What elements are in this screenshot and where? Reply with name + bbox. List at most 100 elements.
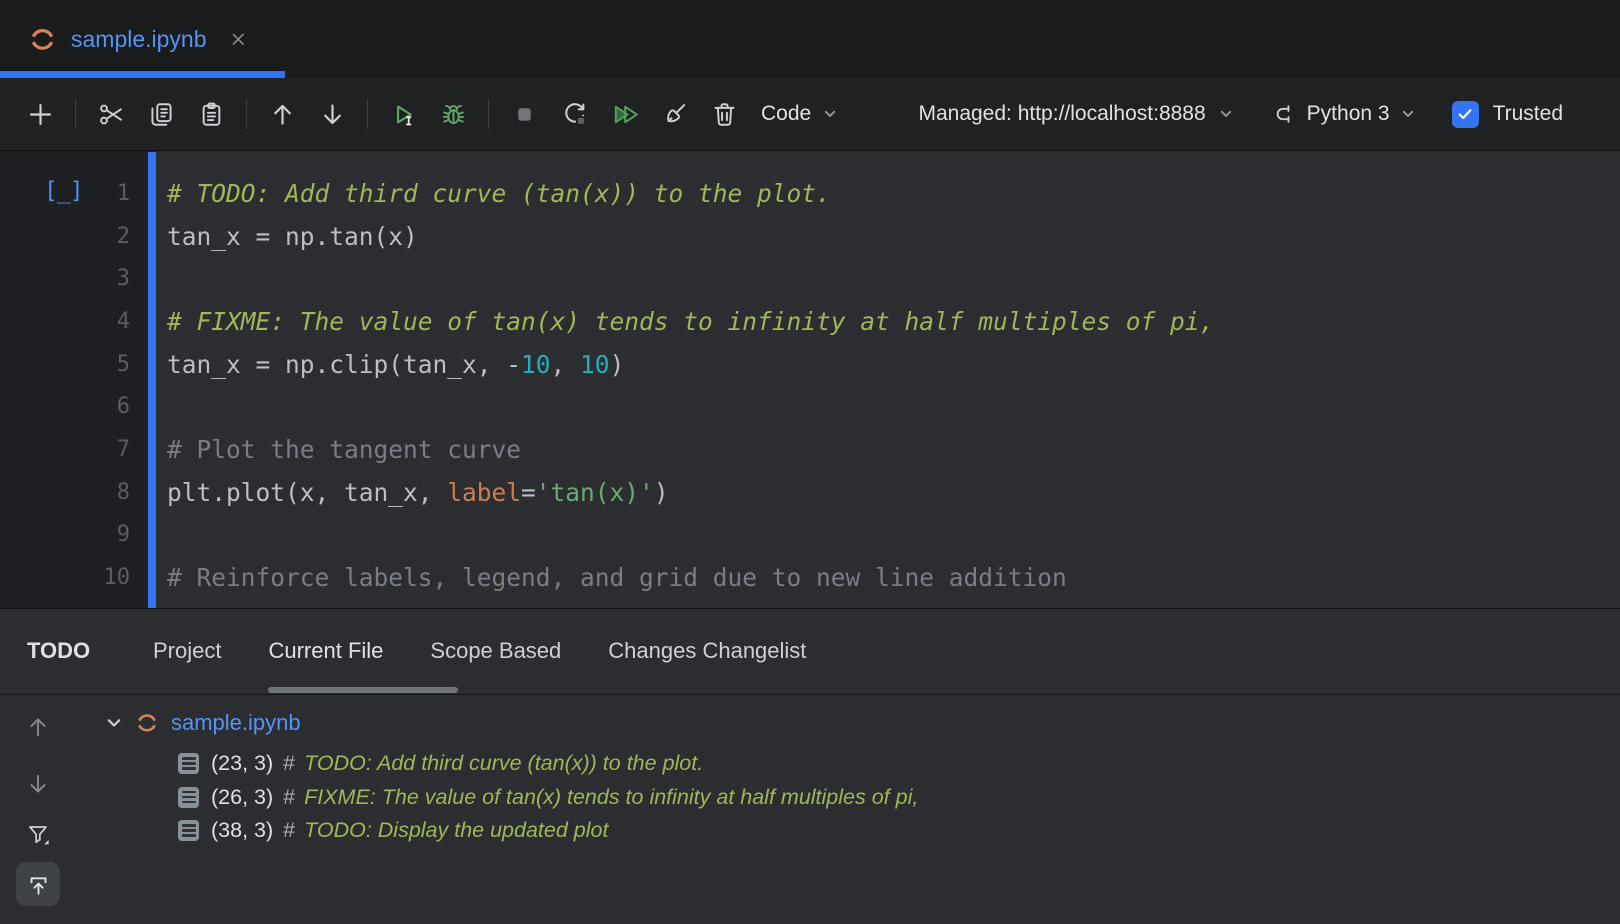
code-segment: # Plot the tangent curve [167,435,521,464]
code-segment: = [521,478,536,507]
close-tab-icon[interactable] [227,28,249,50]
todo-tab-changes-changelist[interactable]: Changes Changelist [608,638,806,664]
code-line[interactable]: 6 [0,385,1620,428]
code-segment: , [551,350,581,379]
todo-entry-icon [178,753,199,774]
todo-comment-text: TODO: Add third curve (tan(x)) to the pl… [304,751,703,776]
code-line[interactable]: 9 [0,513,1620,556]
add-cell-button[interactable] [15,90,65,138]
chevron-down-icon [821,105,839,123]
todo-position: (23, 3) [211,751,273,776]
chevron-down-icon [1217,105,1235,123]
code-segment: plt.plot(x, tan_x, [167,478,447,507]
cut-cell-icon [97,100,126,129]
notebook-editor[interactable]: [_] 1# TODO: Add third curve (tan(x)) to… [0,151,1620,608]
active-tab-indicator [0,71,285,78]
code-segment: # TODO: Add third curve (tan(x)) to the … [167,179,831,208]
clear-outputs-button[interactable] [649,90,699,138]
line-number: 10 [0,556,130,599]
clear-outputs-icon [660,100,689,129]
selected-panel-tab-indicator [268,687,458,693]
code-segment: ) [654,478,669,507]
kernel-dropdown[interactable]: Python 3 [1272,101,1417,127]
todo-item-row[interactable]: (26, 3)#FIXME: The value of tan(x) tends… [178,782,918,813]
code-line[interactable]: 4 # FIXME: The value of tan(x) tends to i… [0,300,1620,343]
next-todo-button[interactable] [25,771,51,797]
todo-item-row[interactable]: (23, 3)#TODO: Add third curve (tan(x)) t… [178,748,703,779]
restart-kernel-button[interactable] [549,90,599,138]
server-label: Managed: http://localhost:8888 [918,102,1205,126]
toolbar-divider [367,99,368,129]
trusted-checkbox[interactable] [1452,101,1479,128]
run-all-cells-icon [610,100,639,129]
file-tab-title: sample.ipynb [71,26,207,53]
delete-cell-button[interactable] [699,90,749,138]
kernel-icon [1272,101,1298,127]
preview-source-toggle-button[interactable] [16,862,60,906]
code-text: # Reinforce labels, legend, and grid due… [167,556,1620,599]
line-number: 6 [0,385,130,428]
code-segment: 10 [580,350,610,379]
code-line[interactable]: 2 tan_x = np.tan(x) [0,215,1620,258]
todo-tree-file-row[interactable]: sample.ipynb [103,706,301,740]
code-segment: tan_x = np.tan(x) [167,222,418,251]
line-number: 4 [0,300,130,343]
chevron-expanded-icon[interactable] [103,712,125,734]
line-number: 2 [0,215,130,258]
cell-type-dropdown[interactable]: Code [761,102,839,126]
server-dropdown[interactable]: Managed: http://localhost:8888 [918,102,1234,126]
run-cell-icon [389,100,418,129]
debug-cell-button[interactable] [428,90,478,138]
copy-cell-icon [147,100,176,129]
todo-comment-hash: # [283,785,295,810]
todo-comment-hash: # [283,818,295,843]
code-line[interactable]: 5tan_x = np.clip(tan_x, -10, 10) [0,343,1620,386]
code-line[interactable]: 1 # TODO: Add third curve (tan(x)) to the… [0,172,1620,215]
move-cell-down-icon [318,100,347,129]
toolbar-right-cluster: Managed: http://localhost:8888 Python 3 … [918,101,1620,128]
trusted-label: Trusted [1493,102,1563,126]
code-segment: tan_x = np.clip(tan_x, - [167,350,521,379]
move-cell-down-button[interactable] [307,90,357,138]
todo-tab-project[interactable]: Project [153,638,221,664]
todo-comment-text: FIXME: The value of tan(x) tends to infi… [304,785,918,810]
todo-item-row[interactable]: (38, 3)#TODO: Display the updated plot [178,815,608,846]
todo-entry-icon [178,787,199,808]
notebook-toolbar: Code Managed: http://localhost:8888 Pyth… [0,78,1620,151]
debug-cell-icon [439,100,468,129]
toolbar-divider [488,99,489,129]
code-line[interactable]: 7# Plot the tangent curve [0,428,1620,471]
copy-cell-button[interactable] [136,90,186,138]
file-tab-sample-ipynb[interactable]: sample.ipynb [0,0,285,78]
todo-tab-current-file[interactable]: Current File [268,638,383,664]
line-number: 3 [0,257,130,300]
code-line[interactable]: 8plt.plot(x, tan_x, label='tan(x)') [0,471,1620,514]
line-number: 1 [0,172,130,215]
paste-cell-button[interactable] [186,90,236,138]
code-line[interactable]: 3 [0,257,1620,300]
previous-todo-button[interactable] [25,714,51,740]
run-cell-button[interactable] [378,90,428,138]
code-line[interactable]: 10 # Reinforce labels, legend, and grid d… [0,556,1620,599]
move-cell-up-button[interactable] [257,90,307,138]
line-number: 5 [0,343,130,386]
chevron-down-icon [1399,105,1417,123]
code-segment: label [447,478,521,507]
code-text: # FIXME: The value of tan(x) tends to in… [167,300,1620,343]
todo-tab-scope-based[interactable]: Scope Based [430,638,561,664]
code-segment: 10 [521,350,551,379]
filter-todos-button[interactable] [25,821,51,847]
paste-cell-icon [197,100,226,129]
cell-type-label: Code [761,102,811,126]
cut-cell-button[interactable] [86,90,136,138]
todo-panel-title: TODO [27,609,90,693]
code-segment: 'tan(x)' [536,478,654,507]
run-all-cells-button[interactable] [599,90,649,138]
panel-header-separator [0,694,1620,695]
code-text: # Plot the tangent curve [167,428,1620,471]
todo-entry-icon [178,820,199,841]
interrupt-kernel-button[interactable] [499,90,549,138]
code-segment: ) [610,350,625,379]
code-segment: # Reinforce labels, legend, and grid due… [167,563,1067,592]
code-text: tan_x = np.tan(x) [167,215,1620,258]
